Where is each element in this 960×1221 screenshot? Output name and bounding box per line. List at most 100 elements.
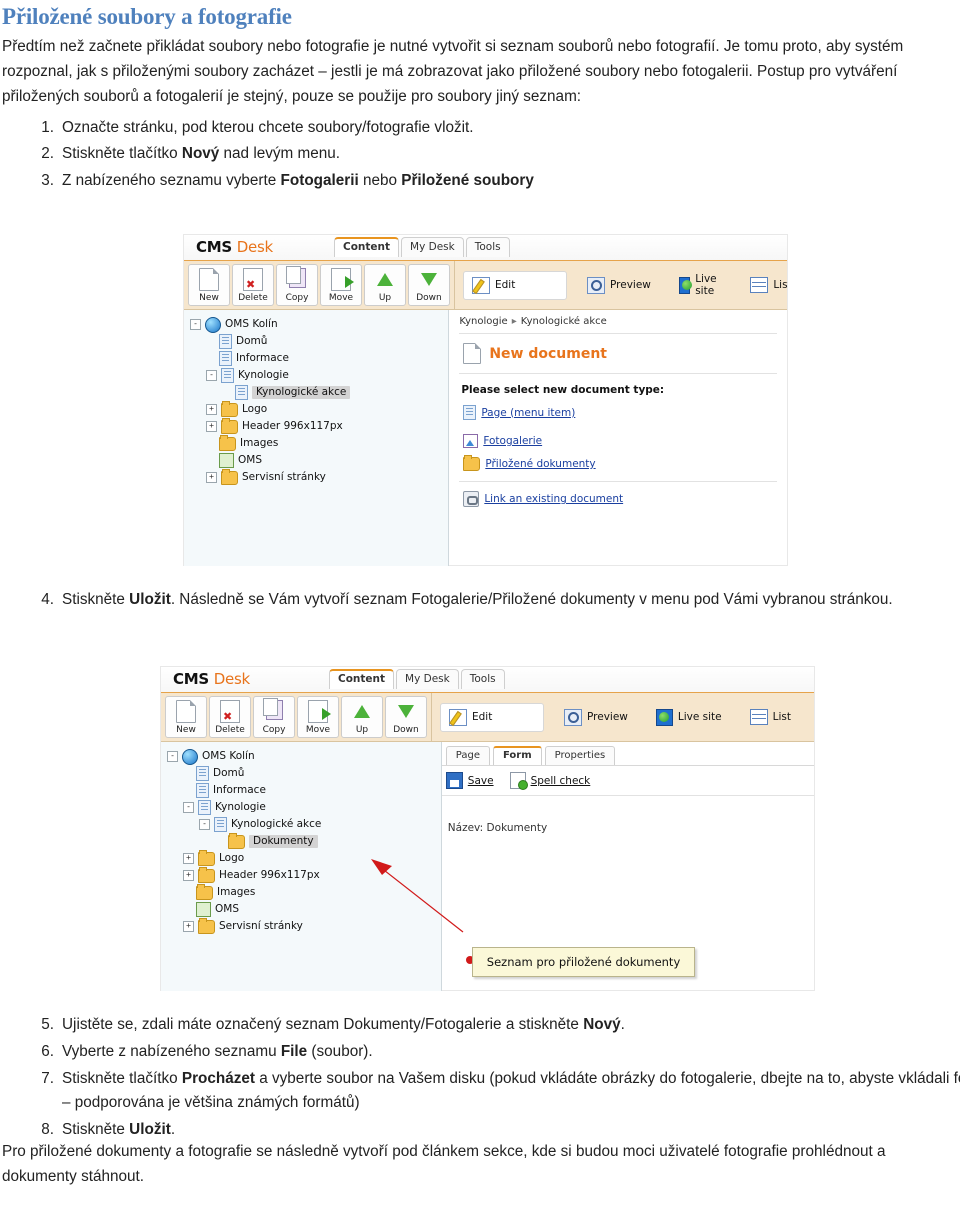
tree-node[interactable]: + Header 996x117px [167, 866, 437, 884]
move-button[interactable]: Move [297, 696, 339, 738]
up-button[interactable]: Up [364, 264, 406, 306]
tree-toggle [183, 888, 192, 897]
tree-toggle[interactable]: - [199, 819, 210, 830]
tree-node-label: Kynologické akce [252, 386, 351, 399]
edit-icon [449, 708, 467, 726]
content-tree-2[interactable]: - OMS Kolín Domů Informace - Kynologie -… [161, 742, 442, 991]
delete-button[interactable]: ✖ Delete [209, 696, 251, 738]
tree-node[interactable]: + Logo [167, 849, 437, 867]
tree-node[interactable]: - OMS Kolín [167, 748, 437, 765]
content-tree-1[interactable]: - OMS Kolín Domů Informace - Kynologie K… [184, 310, 450, 566]
tree-node[interactable]: - Kynologie [190, 367, 444, 384]
edit-button[interactable]: Edit [463, 270, 567, 300]
doc-type-fotogalerie[interactable]: Fotogalerie [463, 434, 777, 448]
list-item-text-tail: (soubor). [307, 1042, 373, 1060]
list-item-text-tail: . [620, 1016, 625, 1033]
list-item-emphasis: Uložit [129, 1121, 171, 1139]
new-document-icon [199, 268, 219, 291]
tree-toggle[interactable]: + [183, 921, 194, 932]
link-existing-document[interactable]: Link an existing document [463, 491, 777, 507]
doc-type-prilozene-dokumenty[interactable]: Přiložené dokumenty [463, 455, 777, 471]
new-button[interactable]: New [165, 696, 207, 738]
folder-icon [463, 455, 481, 471]
down-button[interactable]: Down [408, 264, 450, 306]
copy-button[interactable]: Copy [276, 264, 318, 306]
list-item-text: Stiskněte [62, 591, 130, 608]
up-button[interactable]: Up [341, 696, 383, 738]
delete-button-label: Delete [238, 293, 268, 303]
new-button[interactable]: New [188, 264, 230, 306]
tree-node[interactable]: Images [190, 434, 444, 452]
tree-node[interactable]: Images [167, 883, 437, 901]
move-button-label: Move [305, 725, 331, 735]
tree-node[interactable]: + Header 996x117px [190, 417, 444, 435]
down-button[interactable]: Down [385, 696, 427, 738]
list-item-number: 2. [41, 145, 54, 163]
tree-node[interactable]: + Servisní stránky [167, 917, 437, 935]
list-item-number: 4. [41, 591, 54, 608]
tree-node[interactable]: + Logo [190, 400, 444, 418]
new-document-title: New document [489, 345, 607, 362]
live-site-button[interactable]: Live site [671, 268, 730, 302]
tree-node[interactable]: Domů [167, 765, 437, 782]
tab-properties[interactable]: Properties [544, 746, 616, 765]
preview-button[interactable]: Preview [556, 704, 636, 731]
tree-toggle[interactable]: - [206, 370, 217, 381]
page-icon [219, 334, 232, 349]
cms-body-1: - OMS Kolín Domů Informace - Kynologie K… [184, 310, 787, 566]
tree-node-label: Domů [236, 335, 268, 348]
tree-node[interactable]: - OMS Kolín [190, 316, 444, 333]
tree-toggle[interactable]: + [183, 853, 194, 864]
tree-node[interactable]: OMS [167, 901, 437, 918]
tree-toggle[interactable]: + [206, 404, 217, 415]
tab-tools[interactable]: Tools [460, 669, 505, 689]
tree-toggle[interactable]: + [206, 472, 217, 483]
move-button[interactable]: Move [320, 264, 362, 306]
list-button[interactable]: List [742, 272, 788, 298]
tab-content[interactable]: Content [329, 669, 395, 689]
tree-node[interactable]: OMS [190, 452, 444, 469]
tab-my-desk[interactable]: My Desk [396, 669, 459, 689]
tree-toggle[interactable]: - [183, 802, 194, 813]
doc-type-prilozene-dokumenty-link[interactable]: Přiložené dokumenty [485, 458, 595, 470]
tree-toggle [183, 905, 192, 914]
tree-node[interactable]: - Kynologie [167, 799, 437, 816]
doc-type-page[interactable]: Page (menu item) [463, 405, 777, 420]
tree-node[interactable]: Informace [190, 350, 444, 367]
tree-toggle[interactable]: + [206, 421, 217, 432]
edit-button[interactable]: Edit [440, 702, 544, 732]
cms-logo-desk: Desk [236, 238, 273, 256]
tab-tools[interactable]: Tools [465, 237, 510, 257]
delete-button[interactable]: ✖ Delete [232, 264, 274, 306]
list-item-text: Vyberte z nabízeného seznamu [62, 1042, 281, 1060]
list-item-text: Stiskněte [62, 1121, 130, 1139]
doc-type-page-link[interactable]: Page (menu item) [481, 407, 575, 419]
cms-toolbar: New ✖ Delete Copy Move Up Down Edit Prev… [184, 261, 788, 310]
tree-toggle [206, 439, 215, 448]
live-site-button[interactable]: Live site [648, 704, 730, 731]
list-button[interactable]: List [742, 704, 799, 730]
document-page: Přiložené soubory a fotografie Předtím n… [0, 4, 960, 1221]
tree-node[interactable]: - Kynologické akce [167, 816, 437, 833]
tab-page[interactable]: Page [445, 746, 490, 765]
preview-button[interactable]: Preview [579, 272, 659, 299]
list-item: 3. Z nabízeného seznamu vyberte Fotogaler… [41, 169, 960, 194]
tree-node[interactable]: + Servisní stránky [190, 468, 444, 486]
tree-node[interactable]: Domů [190, 333, 444, 350]
tab-content[interactable]: Content [334, 237, 400, 257]
doc-type-fotogalerie-link[interactable]: Fotogalerie [483, 435, 542, 447]
breadcrumb-item-parent[interactable]: Kynologie [459, 316, 507, 327]
tree-node[interactable]: Informace [167, 782, 437, 799]
tab-form[interactable]: Form [493, 746, 542, 765]
tree-toggle[interactable]: - [167, 751, 178, 762]
copy-button[interactable]: Copy [253, 696, 295, 738]
link-existing-document-link[interactable]: Link an existing document [484, 493, 623, 505]
breadcrumb-item-current[interactable]: Kynologické akce [521, 316, 607, 327]
tree-toggle[interactable]: - [190, 319, 201, 330]
tree-toggle[interactable]: + [183, 870, 194, 881]
tree-node-selected[interactable]: Kynologické akce [190, 384, 444, 401]
tree-node-selected[interactable]: Dokumenty [167, 832, 437, 850]
tab-my-desk[interactable]: My Desk [401, 237, 464, 257]
save-button[interactable]: Save [445, 772, 494, 789]
spell-check-button[interactable]: Spell check [509, 772, 590, 790]
